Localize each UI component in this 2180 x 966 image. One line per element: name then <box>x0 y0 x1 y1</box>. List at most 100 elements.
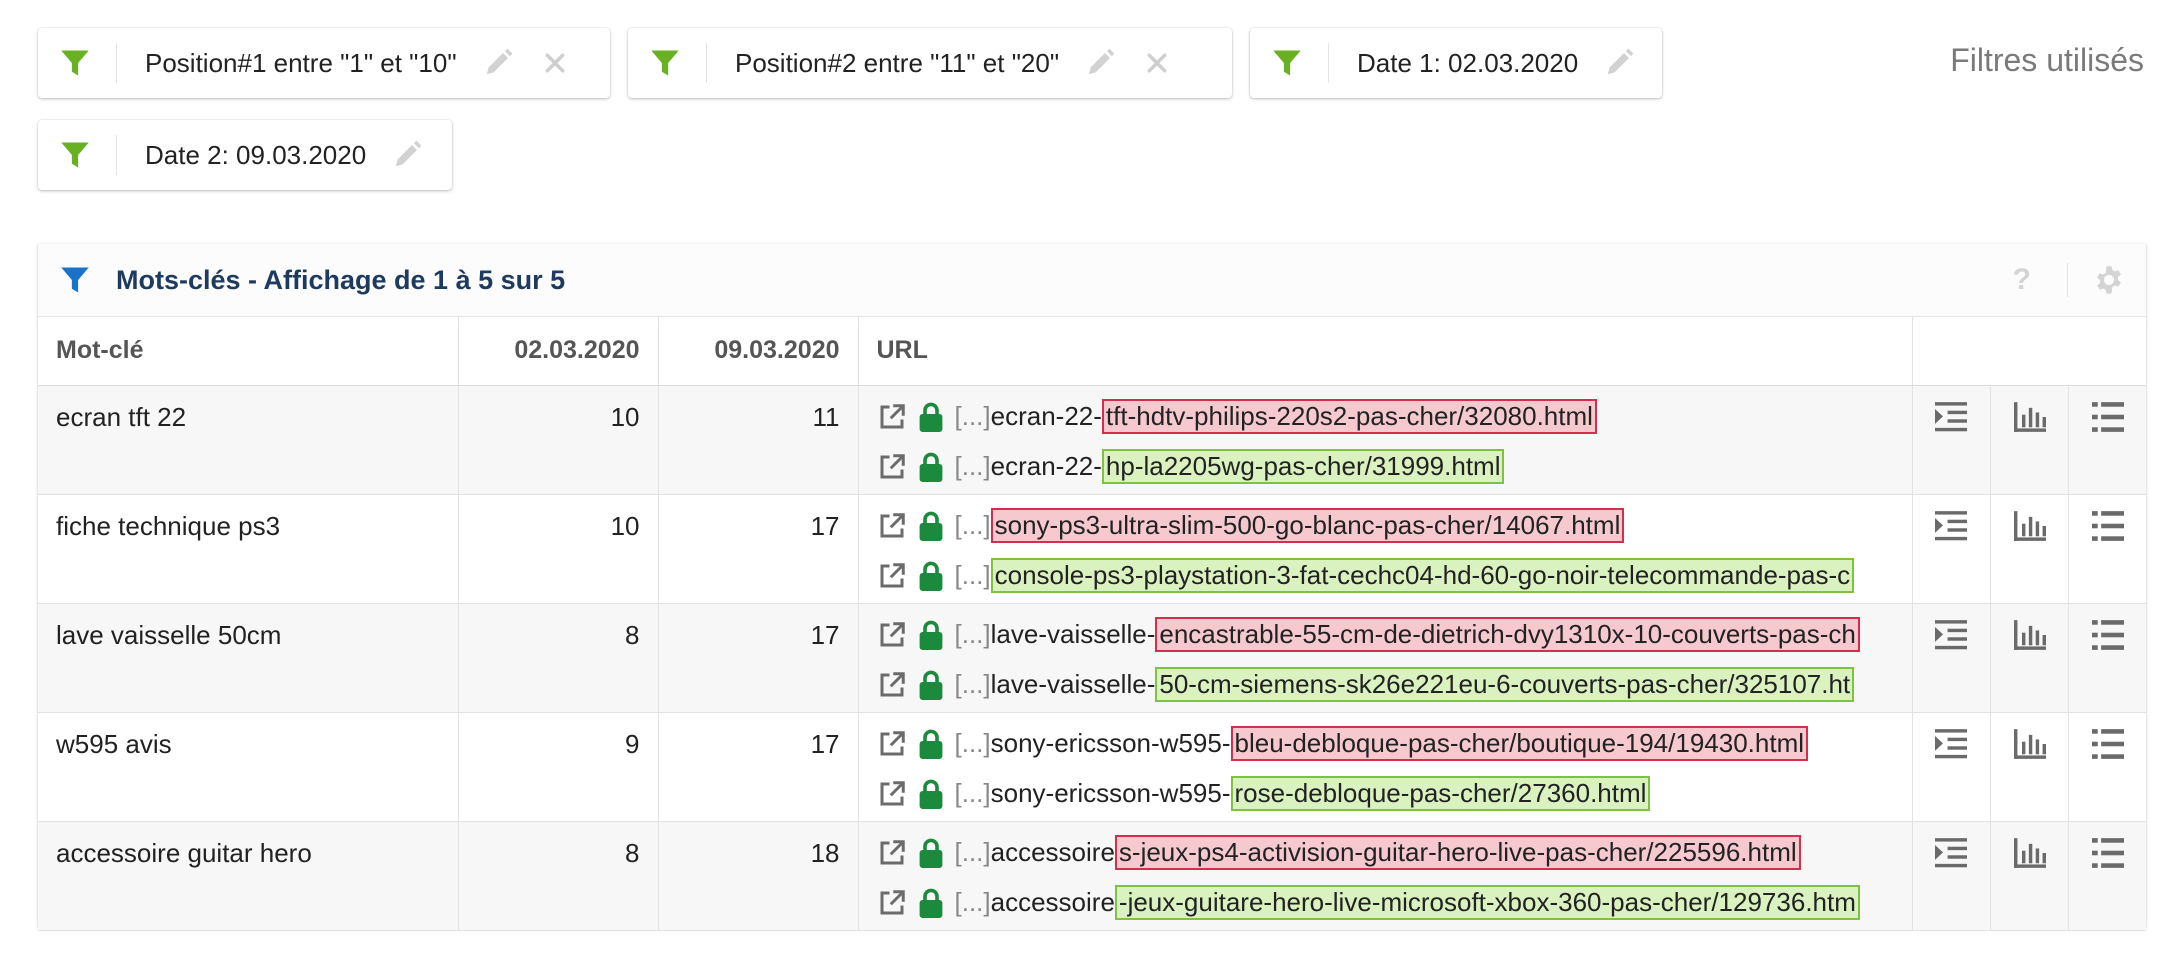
url-prefix: [...] <box>954 510 991 540</box>
filter-chip-label: Date 1: 02.03.2020 <box>1357 47 1579 78</box>
url-common-part[interactable]: sony-ericsson-w595- <box>991 778 1231 809</box>
url-prefix: [...] <box>954 401 991 431</box>
url-cell: [...] ecran-22- tft-hdtv-philips-220s2-pas… <box>857 385 1912 495</box>
external-link-icon[interactable] <box>877 779 907 809</box>
indent-action[interactable] <box>1913 822 1991 930</box>
close-icon[interactable] <box>1143 49 1171 77</box>
lock-icon <box>919 452 943 482</box>
table-row: lave vaisselle 50cm 8 17 [...] lave-vaiss… <box>38 603 2146 713</box>
actions-cell <box>1911 494 2146 604</box>
chip-divider <box>706 43 707 83</box>
url-line-date2: [...] sony-ericsson-w595- rose-debloque-pa… <box>877 769 1906 819</box>
external-link-icon[interactable] <box>877 729 907 759</box>
filter-chip-position1[interactable]: Position#1 entre "1" et "10" <box>38 28 610 98</box>
list-action[interactable] <box>2068 494 2146 603</box>
external-link-icon[interactable] <box>877 838 907 868</box>
chart-action[interactable] <box>1990 494 2068 603</box>
filter-chip-date1[interactable]: Date 1: 02.03.2020 <box>1250 28 1662 98</box>
external-link-icon[interactable] <box>877 561 907 591</box>
close-icon[interactable] <box>541 49 569 77</box>
position-value: 9 <box>625 728 640 759</box>
indent-action[interactable] <box>1913 495 1991 603</box>
url-diff-highlight-green[interactable]: hp-la2205wg-pas-cher/31999.html <box>1101 449 1505 484</box>
url-common-part[interactable]: lave-vaisselle- <box>991 669 1156 700</box>
column-header-url[interactable]: URL <box>857 317 1912 386</box>
keyword-cell: ecran tft 22 <box>38 385 458 495</box>
panel-header: Mots-clés - Affichage de 1 à 5 sur 5 ? <box>38 244 2146 317</box>
url-diff-highlight-green[interactable]: rose-debloque-pas-cher/27360.html <box>1230 776 1651 811</box>
url-common-part[interactable]: accessoire <box>991 837 1115 868</box>
position-value: 17 <box>810 728 840 759</box>
url-line-date2: [...] accessoire -jeux-guitare-hero-live-m… <box>877 878 1906 928</box>
external-link-icon[interactable] <box>877 670 907 700</box>
indent-action[interactable] <box>1913 713 1991 821</box>
indent-icon <box>1935 511 1967 541</box>
list-action[interactable] <box>2068 385 2146 494</box>
external-link-icon[interactable] <box>877 452 907 482</box>
url-common-part[interactable]: sony-ericsson-w595- <box>991 728 1231 759</box>
external-link-icon[interactable] <box>877 620 907 650</box>
indent-icon <box>1935 838 1967 868</box>
filter-chip-label: Date 2: 09.03.2020 <box>145 139 367 170</box>
external-link-icon[interactable] <box>877 888 907 918</box>
indent-action[interactable] <box>1913 386 1991 494</box>
position-date2-cell: 17 <box>657 494 858 604</box>
url-prefix: [...] <box>954 837 991 867</box>
column-header-date1[interactable]: 02.03.2020 <box>457 317 658 386</box>
filter-chip-date2[interactable]: Date 2: 09.03.2020 <box>38 120 452 190</box>
indent-icon <box>1935 402 1967 432</box>
url-prefix: [...] <box>954 619 991 649</box>
url-common-part[interactable]: accessoire <box>991 887 1115 918</box>
url-diff-highlight-red[interactable]: tft-hdtv-philips-220s2-pas-cher/32080.ht… <box>1101 399 1597 434</box>
actions-cell <box>1911 385 2146 495</box>
keywords-table: Mot-clé 02.03.2020 09.03.2020 URL ecran … <box>38 317 2146 931</box>
tool-divider <box>2067 263 2068 297</box>
chip-divider <box>116 135 117 175</box>
chart-action[interactable] <box>1990 821 2068 930</box>
url-diff-highlight-red[interactable]: encastrable-55-cm-de-dietrich-dvy1310x-1… <box>1155 617 1860 652</box>
gear-icon[interactable] <box>2094 265 2124 295</box>
panel-title: Mots-clés - Affichage de 1 à 5 sur 5 <box>116 264 566 295</box>
url-line-date1: [...] lave-vaisselle-encastrable-55-cm-de… <box>877 610 1906 660</box>
chart-action[interactable] <box>1990 603 2068 712</box>
url-diff-highlight-red[interactable]: s-jeux-ps4-activision-guitar-hero-live-p… <box>1114 835 1801 870</box>
url-diff-highlight-red[interactable]: bleu-debloque-pas-cher/boutique-194/1943… <box>1230 726 1809 761</box>
external-link-icon[interactable] <box>877 511 907 541</box>
chip-divider <box>1328 43 1329 83</box>
column-header-keyword[interactable]: Mot-clé <box>38 317 458 386</box>
indent-icon <box>1935 620 1967 650</box>
table-header-row: Mot-clé 02.03.2020 09.03.2020 URL <box>38 317 2146 386</box>
filter-chip-position2[interactable]: Position#2 entre "11" et "20" <box>628 28 1232 98</box>
url-diff-highlight-red[interactable]: sony-ps3-ultra-slim-500-go-blanc-pas-che… <box>990 508 1625 543</box>
list-action[interactable] <box>2068 603 2146 712</box>
pencil-icon[interactable] <box>481 46 515 80</box>
chart-action[interactable] <box>1990 712 2068 821</box>
url-cell: [...] sony-ericsson-w595- bleu-debloque-pa… <box>857 712 1912 822</box>
pencil-icon[interactable] <box>1083 46 1117 80</box>
url-diff-highlight-green[interactable]: -jeux-guitare-hero-live-microsoft-xbox-3… <box>1114 885 1860 920</box>
external-link-icon[interactable] <box>877 402 907 432</box>
pencil-icon[interactable] <box>390 138 424 172</box>
lock-icon <box>919 402 943 432</box>
keyword-text: lave vaisselle 50cm <box>56 619 282 650</box>
column-header-date2[interactable]: 09.03.2020 <box>657 317 858 386</box>
url-common-part[interactable]: lave-vaisselle- <box>991 619 1156 650</box>
lock-icon <box>919 670 943 700</box>
pencil-icon[interactable] <box>1602 46 1636 80</box>
url-diff-highlight-green[interactable]: console-ps3-playstation-3-fat-cechc04-hd… <box>990 558 1855 593</box>
list-action[interactable] <box>2068 821 2146 930</box>
url-common-part[interactable]: ecran-22- <box>991 401 1102 432</box>
funnel-icon[interactable] <box>60 264 90 296</box>
position-value: 10 <box>610 510 640 541</box>
url-diff-highlight-green[interactable]: 50-cm-siemens-sk26e221eu-6-couverts-pas-… <box>1155 667 1855 702</box>
position-value: 8 <box>625 619 640 650</box>
chart-action[interactable] <box>1990 385 2068 494</box>
url-common-part[interactable]: ecran-22- <box>991 451 1102 482</box>
indent-action[interactable] <box>1913 604 1991 712</box>
help-icon[interactable]: ? <box>2013 263 2031 297</box>
list-action[interactable] <box>2068 712 2146 821</box>
url-cell: [...] lave-vaisselle-encastrable-55-cm-de… <box>857 603 1912 713</box>
position-value: 18 <box>810 837 840 868</box>
table-row: w595 avis 9 17 [...] sony-ericsson-w595- b… <box>38 712 2146 822</box>
list-icon <box>2092 511 2124 541</box>
